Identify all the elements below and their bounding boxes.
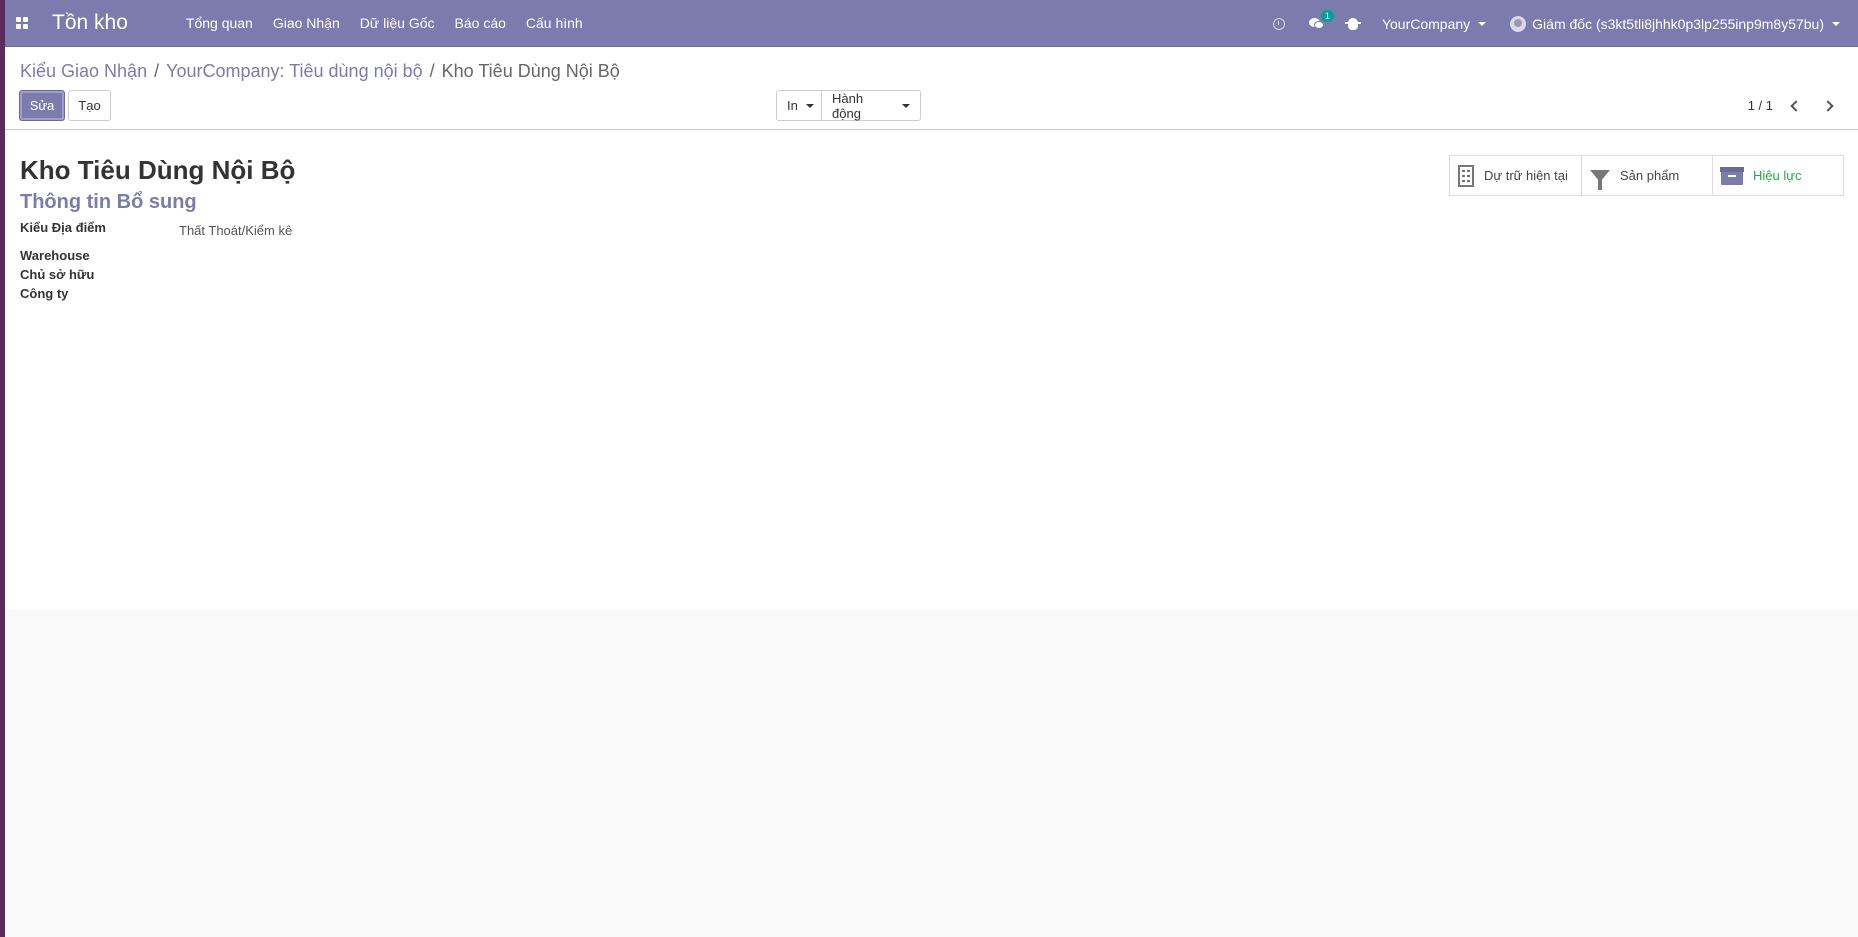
form-sheet: Kho Tiêu Dùng Nội Bộ Dự trữ hiện tại Sản…: [5, 131, 1858, 610]
bug-icon: [1344, 17, 1361, 30]
chat-badge: 1: [1320, 9, 1334, 22]
menu-configuration[interactable]: Cấu hình: [516, 15, 593, 31]
location-type-value[interactable]: Thất Thoát/Kiểm kê: [179, 223, 292, 238]
pager-value[interactable]: 1 / 1: [1748, 98, 1773, 113]
current-stock-label: Dự trữ hiện tại: [1484, 168, 1568, 183]
smart-button-box: Dự trữ hiện tại Sản phẩm Hiệu lực: [1449, 155, 1844, 196]
chat-icon: 1: [1308, 9, 1334, 30]
location-type-label: Kiểu Địa điểm: [20, 220, 106, 235]
caret-down-icon: [805, 103, 814, 108]
caret-down-icon: [1478, 21, 1487, 26]
building-icon: [1458, 164, 1474, 187]
company-name: YourCompany: [1381, 15, 1471, 32]
apps-menu-icon[interactable]: [2, 0, 42, 47]
company-switcher[interactable]: YourCompany: [1370, 0, 1498, 47]
breadcrumb-separator: /: [154, 61, 160, 81]
menu-reporting[interactable]: Báo cáo: [445, 15, 516, 31]
breadcrumb-item-operation-type[interactable]: YourCompany: Tiêu dùng nội bộ: [166, 61, 423, 82]
clock-icon: [1272, 17, 1285, 30]
user-name: Giám đốc (s3kt5tli8jhhk0p3lp255inp9m8y57…: [1532, 15, 1824, 32]
avatar: [1510, 15, 1527, 32]
caret-down-icon: [902, 103, 910, 108]
owner-label: Chủ sở hữu: [20, 267, 95, 282]
record-title: Kho Tiêu Dùng Nội Bộ: [20, 155, 296, 185]
main-menu: Tổng quan Giao Nhận Dữ liệu Gốc Báo cáo …: [176, 15, 593, 31]
left-edge-bar: [0, 0, 5, 937]
create-button[interactable]: Tạo: [68, 90, 111, 121]
systray: 1 YourCompany Giám đốc (s3kt5tli8jhhk0p3…: [1261, 0, 1858, 47]
edit-button[interactable]: Sửa: [19, 90, 65, 121]
company-label: Công ty: [20, 286, 69, 301]
breadcrumb-separator: /: [429, 61, 435, 81]
activity-button[interactable]: [1261, 0, 1297, 47]
print-dropdown[interactable]: In: [776, 90, 822, 121]
action-label: Hành động: [832, 90, 864, 121]
debug-button[interactable]: [1336, 0, 1370, 47]
breadcrumb: Kiểu Giao Nhận / YourCompany: Tiêu dùng …: [20, 61, 620, 82]
menu-master-data[interactable]: Dữ liệu Gốc: [350, 15, 445, 31]
control-panel: Kiểu Giao Nhận / YourCompany: Tiêu dùng …: [5, 47, 1858, 130]
menu-operations[interactable]: Giao Nhận: [263, 15, 350, 31]
warehouse-label: Warehouse: [20, 248, 90, 263]
breadcrumb-item-current: Kho Tiêu Dùng Nội Bộ: [441, 61, 620, 81]
print-label: In: [787, 98, 798, 113]
products-button[interactable]: Sản phẩm: [1581, 156, 1712, 195]
breadcrumb-item-picking-types[interactable]: Kiểu Giao Nhận: [20, 61, 147, 82]
current-stock-button[interactable]: Dự trữ hiện tại: [1450, 156, 1581, 195]
pager-next-button[interactable]: [1816, 94, 1840, 118]
active-toggle-button[interactable]: Hiệu lực: [1712, 156, 1843, 195]
user-menu[interactable]: Giám đốc (s3kt5tli8jhhk0p3lp255inp9m8y57…: [1498, 0, 1858, 47]
action-dropdown[interactable]: Hành động: [821, 90, 921, 121]
filter-icon: [1590, 169, 1610, 190]
menu-overview[interactable]: Tổng quan: [176, 15, 263, 31]
app-title[interactable]: Tồn kho: [52, 11, 128, 35]
top-navbar: Tồn kho Tổng quan Giao Nhận Dữ liệu Gốc …: [0, 0, 1858, 47]
chevron-right-icon: [1822, 100, 1834, 112]
products-label: Sản phẩm: [1620, 168, 1680, 183]
messaging-button[interactable]: 1: [1297, 0, 1336, 47]
group-title-additional-info: Thông tin Bổ sung: [20, 191, 197, 213]
chevron-left-icon: [1790, 100, 1802, 112]
pager-previous-button[interactable]: [1784, 94, 1808, 118]
active-label: Hiệu lực: [1753, 168, 1802, 183]
caret-down-icon: [1832, 21, 1840, 26]
archive-icon: [1720, 166, 1744, 185]
